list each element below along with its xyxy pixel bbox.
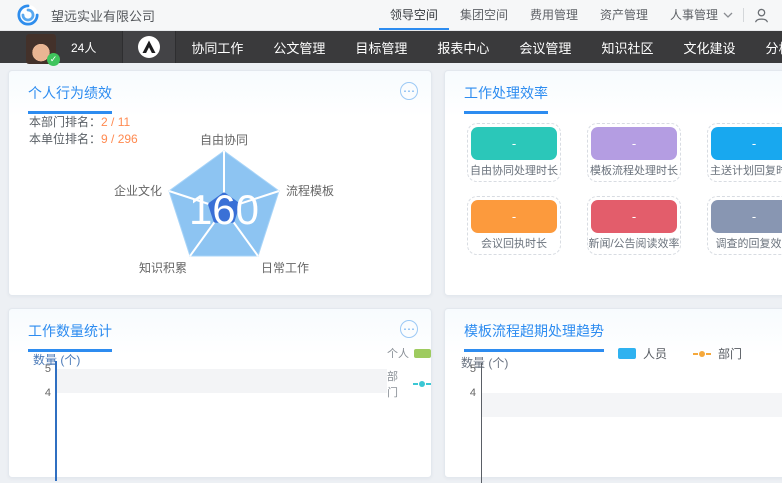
tile-value: - (752, 209, 756, 224)
tile-value-block: - (471, 200, 557, 233)
dept-rank-value: 2 / 11 (101, 115, 130, 129)
tile-label: 主送计划回复时长 (708, 160, 782, 180)
tile-value: - (512, 136, 516, 151)
tile-news-read-efficiency[interactable]: - 新闻/公告阅读效率 (587, 196, 681, 255)
top-nav-asset-mgmt[interactable]: 资产管理 (589, 0, 659, 30)
y-tick: 5 (460, 363, 476, 375)
more-options-icon[interactable]: ⋯ (400, 320, 418, 338)
menu-report-center[interactable]: 报表中心 (422, 31, 504, 63)
menu-analytics-cloud[interactable]: 分析云 (750, 31, 782, 63)
radar-label-bottom-right: 日常工作 (261, 261, 309, 275)
legend-label[interactable]: 人员 (643, 345, 667, 362)
home-a8-button[interactable] (122, 31, 176, 63)
top-nav-group-space[interactable]: 集团空间 (449, 0, 519, 30)
chevron-down-icon[interactable] (723, 0, 739, 30)
tile-label: 会议回执时长 (468, 233, 560, 253)
company-logo-icon[interactable] (17, 4, 39, 26)
chart-legend: 个人 部门 (387, 345, 431, 407)
radar-label-top: 自由协同 (200, 132, 248, 147)
legend-label: 部门 (387, 368, 408, 400)
tile-value-block: - (711, 200, 782, 233)
y-tick: 5 (35, 363, 51, 375)
tile-template-flow-duration[interactable]: - 模板流程处理时长 (587, 123, 681, 182)
card-work-efficiency: 工作处理效率 - 自由协同处理时长 - 模板流程处理时长 - 主送计划回复时长 … (444, 70, 782, 296)
tile-value: - (752, 136, 756, 151)
user-avatar[interactable]: ✓ (26, 34, 56, 64)
main-menu: 协同工作 公文管理 目标管理 报表中心 会议管理 知识社区 文化建设 分析云 协… (176, 31, 782, 63)
y-tick: 4 (460, 387, 476, 399)
tile-value-block: - (711, 127, 782, 160)
card-title: 工作处理效率 (464, 83, 548, 114)
tile-value: - (632, 209, 636, 224)
card-title: 个人行为绩效 (28, 83, 112, 114)
tile-label: 新闻/公告阅读效率 (588, 233, 680, 253)
tile-meeting-receipt-duration[interactable]: - 会议回执时长 (467, 196, 561, 255)
menu-culture[interactable]: 文化建设 (668, 31, 750, 63)
legend-label[interactable]: 部门 (718, 345, 742, 362)
radar-label-left: 企业文化 (114, 183, 162, 198)
menu-knowledge-community[interactable]: 知识社区 (586, 31, 668, 63)
tile-label: 调查的回复效率 (708, 233, 782, 253)
legend-line-swatch (693, 349, 711, 358)
menu-meeting-mgmt[interactable]: 会议管理 (504, 31, 586, 63)
top-nav-leader-space[interactable]: 领导空间 (379, 0, 449, 30)
main-nav: ✓ 24人 协同工作 公文管理 目标管理 报表中心 会议管理 知识社区 文化建设… (0, 31, 782, 63)
menu-official-docs[interactable]: 公文管理 (258, 31, 340, 63)
tile-survey-reply-efficiency[interactable]: - 调查的回复效率 (707, 196, 782, 255)
legend-line-swatch (413, 380, 431, 389)
tile-value-block: - (591, 200, 677, 233)
top-nav-hr-mgmt[interactable]: 人事管理 (659, 0, 729, 30)
legend-bar-swatch (618, 348, 636, 359)
more-options-icon[interactable]: ⋯ (400, 82, 418, 100)
chart-legend: 人员 部门 (618, 345, 742, 362)
top-nav-expense-mgmt[interactable]: 费用管理 (519, 0, 589, 30)
y-tick: 4 (35, 387, 51, 399)
legend-item-department[interactable]: 部门 (387, 368, 431, 400)
tile-label: 模板流程处理时长 (588, 160, 680, 180)
company-name: 望远实业有限公司 (51, 6, 155, 25)
tile-plan-reply-duration[interactable]: - 主送计划回复时长 (707, 123, 782, 182)
card-personal-performance: 个人行为绩效 ⋯ 本部门排名：2 / 11 本单位排名：9 / 296 160 … (8, 70, 432, 296)
card-work-count: 工作数量统计 ⋯ 数量 (个) 个人 部门 5 4 (8, 308, 432, 478)
dept-rank-label: 本部门排名： (29, 115, 101, 129)
menu-collaboration[interactable]: 协同工作 (176, 31, 258, 63)
a8-logo-icon (138, 36, 160, 58)
y-axis-line (481, 363, 482, 483)
contact-person-icon[interactable] (753, 7, 770, 24)
legend-label: 个人 (387, 345, 409, 361)
online-check-badge: ✓ (47, 53, 60, 66)
legend-item-personal[interactable]: 个人 (387, 345, 431, 361)
tile-value-block: - (471, 127, 557, 160)
tile-value: - (512, 209, 516, 224)
tile-value: - (632, 136, 636, 151)
radar-score: 160 (189, 186, 259, 233)
radar-label-right: 流程模板 (286, 183, 334, 198)
card-title: 模板流程超期处理趋势 (464, 321, 604, 352)
metric-tiles: - 自由协同处理时长 - 模板流程处理时长 - 主送计划回复时长 - 会议回执时… (467, 123, 782, 255)
legend-bar-swatch (414, 349, 431, 358)
card-title: 工作数量统计 (28, 321, 112, 352)
topbar-divider (743, 8, 744, 22)
plot-stripe-band (57, 369, 387, 393)
tile-label: 自由协同处理时长 (468, 160, 560, 180)
radar-label-bottom-left: 知识积累 (139, 261, 187, 275)
tile-free-collab-duration[interactable]: - 自由协同处理时长 (467, 123, 561, 182)
card-overdue-trend: 模板流程超期处理趋势 人员 部门 数量 (个) 5 4 (444, 308, 782, 478)
top-nav: 领导空间 集团空间 费用管理 资产管理 人事管理 (379, 0, 782, 30)
tile-value-block: - (591, 127, 677, 160)
menu-goal-mgmt[interactable]: 目标管理 (340, 31, 422, 63)
topbar: 望远实业有限公司 领导空间 集团空间 费用管理 资产管理 人事管理 (0, 0, 782, 31)
y-axis-line (55, 361, 57, 481)
radar-chart[interactable]: 160 自由协同 流程模板 企业文化 日常工作 知识积累 (9, 131, 433, 297)
dept-rank-row: 本部门排名：2 / 11 (29, 114, 138, 131)
plot-stripe-band (482, 393, 782, 417)
dashboard-content: 个人行为绩效 ⋯ 本部门排名：2 / 11 本单位排名：9 / 296 160 … (0, 63, 782, 400)
member-count[interactable]: 24人 (71, 39, 96, 56)
